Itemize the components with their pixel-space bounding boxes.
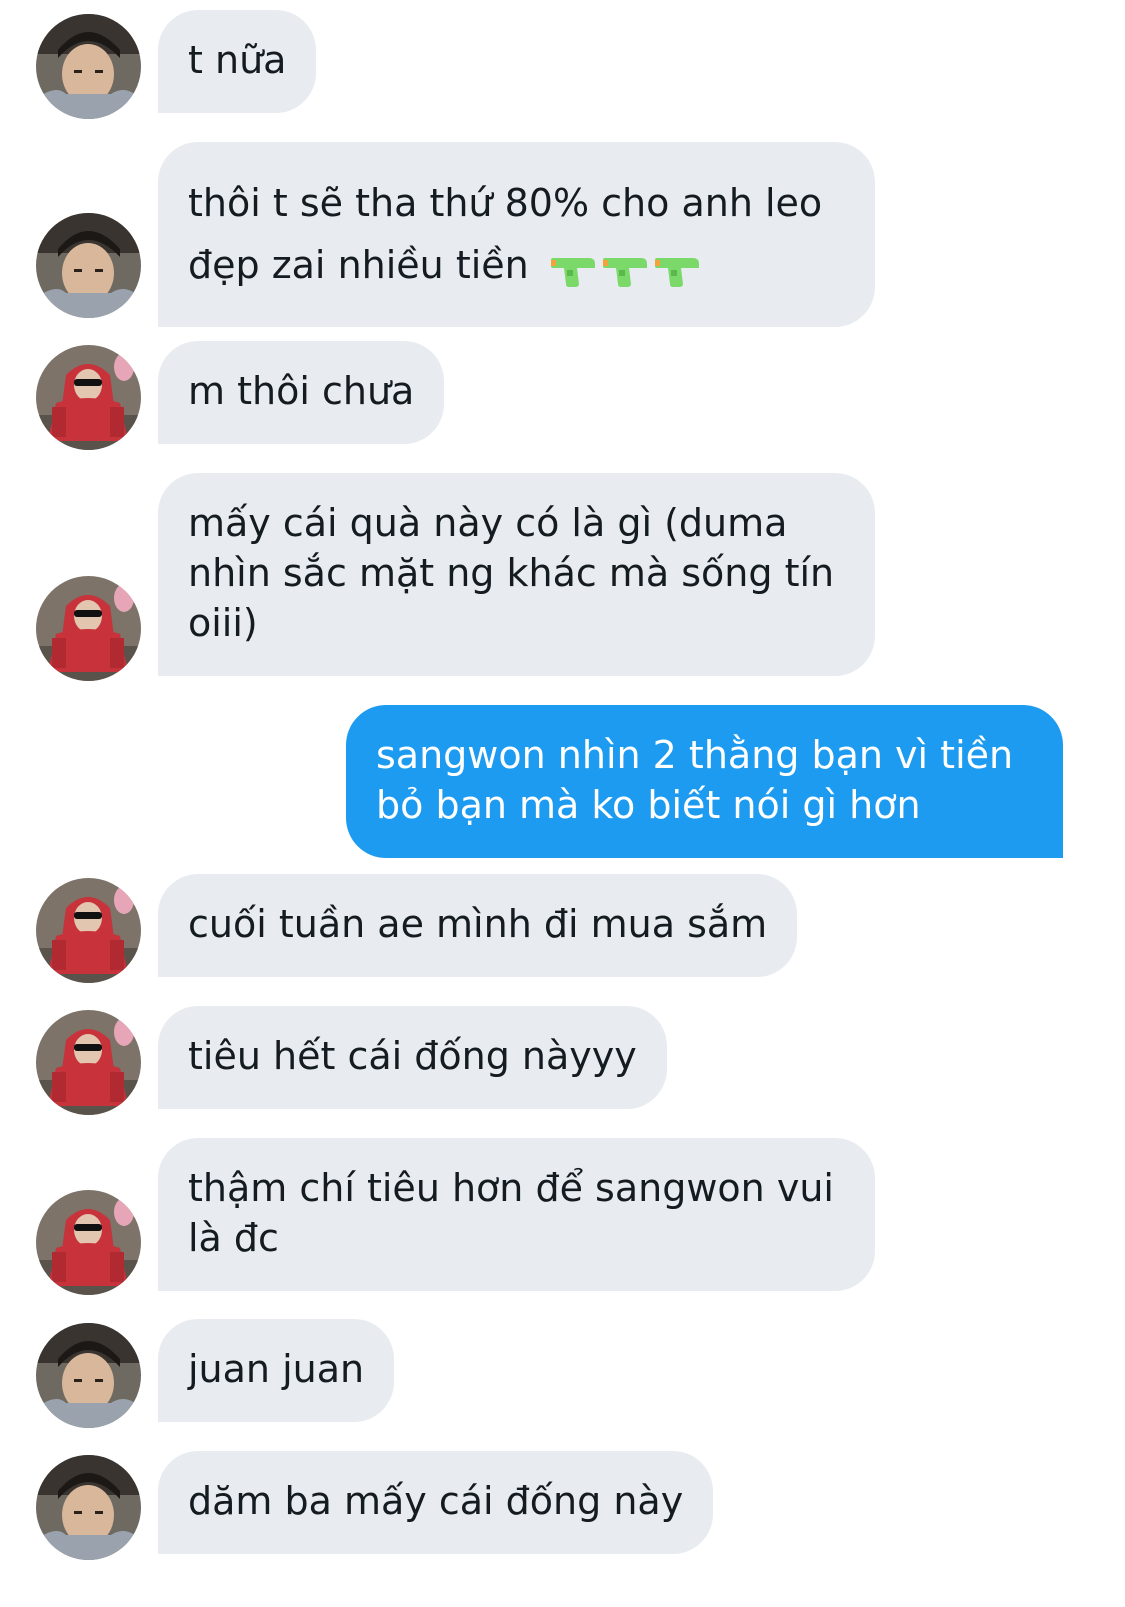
message-text-line: nhìn sắc mặt ng khác mà sống tín (188, 551, 835, 595)
avatar[interactable] (36, 14, 141, 119)
avatar[interactable] (36, 1323, 141, 1428)
message-text-line: oiii) (188, 601, 258, 645)
message-text-line: m thôi chưa (188, 369, 415, 413)
avatar[interactable] (36, 576, 141, 681)
message-row: m thôi chưa (0, 341, 1125, 451)
message-bubble[interactable]: tiêu hết cái đống nàyyy (158, 1006, 667, 1109)
message-row: cuối tuần ae mình đi mua sắm (0, 874, 1125, 984)
message-bubble[interactable]: cuối tuần ae mình đi mua sắm (158, 874, 798, 977)
avatar[interactable] (36, 213, 141, 318)
emoji-group (549, 237, 705, 299)
message-text-line-with-emoji: đẹp zai nhiều tiền (188, 234, 845, 299)
message-text-line: sangwon nhìn 2 thằng bạn vì tiền (376, 733, 1014, 777)
message-row: dăm ba mấy cái đống này (0, 1451, 1125, 1561)
avatar-photo-red-hoodie-icon (36, 576, 141, 681)
water-pistol-icon (550, 258, 595, 287)
message-text-line: đẹp zai nhiều tiền (188, 243, 529, 287)
message-row: tiêu hết cái đống nàyyy (0, 1006, 1125, 1116)
avatar-photo-red-hoodie-icon (36, 1190, 141, 1295)
message-bubble[interactable]: dăm ba mấy cái đống này (158, 1451, 714, 1554)
message-row: t nữa (0, 10, 1125, 120)
message-bubble[interactable]: m thôi chưa (158, 341, 445, 444)
avatar[interactable] (36, 1190, 141, 1295)
message-text-line: bỏ bạn mà ko biết nói gì hơn (376, 783, 921, 827)
message-row: mấy cái quà này có là gì (duma nhìn sắc … (0, 473, 1125, 681)
message-bubble[interactable]: mấy cái quà này có là gì (duma nhìn sắc … (158, 473, 875, 676)
avatar-photo-red-hoodie-icon (36, 345, 141, 450)
avatar-photo-red-hoodie-icon (36, 1010, 141, 1115)
message-text-line: thậm chí tiêu hơn để sangwon vui (188, 1166, 834, 1210)
water-pistol-icon (654, 258, 699, 287)
message-row: thôi t sẽ tha thứ 80% cho anh leo đẹp za… (0, 142, 1125, 327)
message-row: juan juan (0, 1319, 1125, 1429)
message-text-line: cuối tuần ae mình đi mua sắm (188, 902, 768, 946)
avatar-photo-dark-hair-icon (36, 14, 141, 119)
message-row: thậm chí tiêu hơn để sangwon vui là đc (0, 1138, 1125, 1296)
message-text-line: là đc (188, 1216, 279, 1260)
message-text-line: juan juan (188, 1347, 365, 1391)
message-text-line: mấy cái quà này có là gì (duma (188, 501, 788, 545)
message-row: sangwon nhìn 2 thằng bạn vì tiền bỏ bạn … (0, 705, 1125, 863)
message-bubble[interactable]: thậm chí tiêu hơn để sangwon vui là đc (158, 1138, 875, 1291)
message-text-line: thôi t sẽ tha thứ 80% cho anh leo (188, 181, 823, 225)
message-bubble[interactable]: juan juan (158, 1319, 395, 1422)
message-bubble[interactable]: thôi t sẽ tha thứ 80% cho anh leo đẹp za… (158, 142, 875, 327)
avatar[interactable] (36, 1010, 141, 1115)
message-text-line: t nữa (188, 38, 287, 82)
avatar[interactable] (36, 345, 141, 450)
avatar-photo-dark-hair-icon (36, 1323, 141, 1428)
message-text-line: dăm ba mấy cái đống này (188, 1479, 684, 1523)
message-bubble[interactable]: t nữa (158, 10, 317, 113)
water-pistol-icon (602, 258, 647, 287)
avatar[interactable] (36, 878, 141, 983)
avatar[interactable] (36, 1455, 141, 1560)
message-text-line: tiêu hết cái đống nàyyy (188, 1034, 637, 1078)
avatar-photo-dark-hair-icon (36, 1455, 141, 1560)
avatar-photo-red-hoodie-icon (36, 878, 141, 983)
message-bubble-outgoing[interactable]: sangwon nhìn 2 thằng bạn vì tiền bỏ bạn … (346, 705, 1063, 858)
avatar-photo-dark-hair-icon (36, 213, 141, 318)
